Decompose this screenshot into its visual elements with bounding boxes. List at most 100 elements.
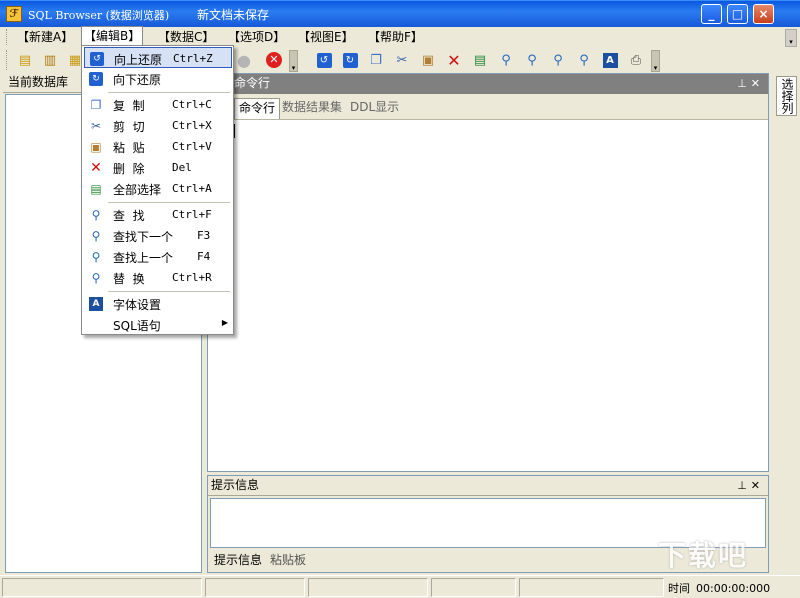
pin-icon[interactable]: ⊥ xyxy=(737,77,751,90)
undo-icon[interactable]: ↺ xyxy=(314,50,334,70)
menu-copy-shortcut: Ctrl+C xyxy=(172,98,212,111)
hint-close-icon[interactable]: ✕ xyxy=(751,479,764,492)
menu-select-all-label: 全部选择 xyxy=(113,183,162,197)
toolbar-dropdown-1[interactable]: ▾ xyxy=(289,50,298,72)
menu-copy[interactable]: ❐ 复 制 Ctrl+C xyxy=(84,94,232,115)
menu-find-label: 查 找 xyxy=(113,209,145,223)
menu-sql-statement-label: SQL语句 xyxy=(113,319,161,333)
menu-new[interactable]: 【新建A】 xyxy=(15,28,75,46)
sql-editor[interactable] xyxy=(208,121,768,471)
hint-pin-icon[interactable]: ⊥ xyxy=(737,479,751,492)
document-name: 新文档未保存 xyxy=(197,8,270,22)
replace-icon: ⚲ xyxy=(91,271,101,285)
font-icon[interactable]: A xyxy=(600,50,620,70)
menu-help[interactable]: 【帮助F】 xyxy=(366,28,425,46)
toolbar-dropdown-2[interactable]: ▾ xyxy=(651,50,660,72)
command-tabs: 命令行 数据结果集 DDL显示 xyxy=(208,94,768,120)
menubar-overflow-button[interactable]: ▾ xyxy=(785,29,797,47)
app-logo-icon: ℱ xyxy=(6,6,22,22)
menu-undo-label: 向上还原 xyxy=(114,53,163,67)
undo-icon: ↺ xyxy=(89,51,105,67)
delete-icon: ✕ xyxy=(90,160,102,176)
menu-copy-label: 复 制 xyxy=(113,99,145,113)
command-panel: 命令行 ⊥✕ 命令行 数据结果集 DDL显示 xyxy=(207,73,769,472)
find-icon: ⚲ xyxy=(91,208,101,222)
menu-find-shortcut: Ctrl+F xyxy=(172,208,212,221)
print-icon[interactable]: ⎙ xyxy=(626,50,646,70)
tab-hint-info[interactable]: 提示信息 xyxy=(210,551,266,571)
menu-replace[interactable]: ⚲ 替 换 Ctrl+R xyxy=(84,267,232,288)
menu-find-next[interactable]: ⚲ 查找下一个 F3 xyxy=(84,225,232,246)
menu-select-all[interactable]: ▤ 全部选择 Ctrl+A xyxy=(84,178,232,199)
menu-replace-label: 替 换 xyxy=(113,272,145,286)
select-all-icon[interactable]: ▤ xyxy=(470,50,490,70)
menu-sql-statement[interactable]: SQL语句 ▶ xyxy=(84,314,232,335)
menu-bar: 【新建A】 【编辑B】 【数据C】 【选项D】 【视图E】 【帮助F】 ▾ xyxy=(0,26,800,47)
maximize-button[interactable]: □ xyxy=(727,4,748,24)
menu-find[interactable]: ⚲ 查 找 Ctrl+F xyxy=(84,204,232,225)
time-value: 00:00:00:000 xyxy=(696,582,771,595)
find-icon[interactable]: ⚲ xyxy=(496,50,516,70)
menu-separator xyxy=(108,92,230,93)
status-cell-5 xyxy=(519,578,664,597)
redo-icon: ↻ xyxy=(88,71,104,87)
find-next-icon[interactable]: ⚲ xyxy=(522,50,542,70)
new-icon[interactable]: ▤ xyxy=(15,50,35,70)
menu-find-next-shortcut: F3 xyxy=(197,229,211,242)
status-time: 时间 00:00:00:000 xyxy=(668,580,770,596)
status-cell-4 xyxy=(431,578,516,597)
find-prev-icon[interactable]: ⚲ xyxy=(548,50,568,70)
panel-close-icon[interactable]: ✕ xyxy=(751,77,764,90)
menu-data[interactable]: 【数据C】 xyxy=(156,28,216,46)
menu-font-settings[interactable]: A 字体设置 xyxy=(84,293,232,314)
tab-command-line[interactable]: 命令行 xyxy=(234,98,281,119)
menu-delete[interactable]: ✕ 删 除 Del xyxy=(84,157,232,178)
menu-edit[interactable]: 【编辑B】 xyxy=(81,26,144,46)
toolbar-grip[interactable] xyxy=(6,50,9,70)
command-panel-header: 命令行 ⊥✕ xyxy=(208,74,768,94)
watermark-logo: 下载吧 xyxy=(658,539,749,572)
menu-find-prev-label: 查找上一个 xyxy=(113,251,174,265)
copy-icon: ❐ xyxy=(90,98,102,112)
menu-find-prev[interactable]: ⚲ 查找上一个 F4 xyxy=(84,246,232,267)
edit-menu-dropdown: ↺ 向上还原 Ctrl+Z ↻ 向下还原 ❐ 复 制 Ctrl+C ✂ 剪 切 … xyxy=(81,45,234,335)
menu-cut-label: 剪 切 xyxy=(113,120,145,134)
menu-undo[interactable]: ↺ 向上还原 Ctrl+Z xyxy=(84,47,232,68)
menu-font-settings-label: 字体设置 xyxy=(113,298,162,312)
menu-replace-shortcut: Ctrl+R xyxy=(172,271,212,284)
menu-undo-shortcut: Ctrl+Z xyxy=(173,52,213,65)
status-cell-2 xyxy=(205,578,305,597)
copy-icon[interactable]: ❐ xyxy=(366,50,386,70)
menu-select-all-shortcut: Ctrl+A xyxy=(172,182,212,195)
menu-options[interactable]: 【选项D】 xyxy=(226,28,287,46)
menu-view[interactable]: 【视图E】 xyxy=(296,28,356,46)
cut-icon: ✂ xyxy=(90,119,102,133)
delete-icon[interactable]: ✕ xyxy=(444,50,464,70)
hint-panel-header: 提示信息 ⊥✕ xyxy=(208,476,768,496)
open-icon[interactable]: ▥ xyxy=(40,50,60,70)
minimize-button[interactable]: _ xyxy=(701,4,722,24)
stop-icon[interactable]: ✕ xyxy=(264,50,284,70)
tab-select-columns[interactable]: 选择列 xyxy=(776,76,797,116)
close-button[interactable]: × xyxy=(753,4,774,24)
paste-icon[interactable]: ▣ xyxy=(418,50,438,70)
tab-ddl[interactable]: DDL显示 xyxy=(346,98,403,119)
menu-separator xyxy=(108,291,230,292)
menu-delete-shortcut: Del xyxy=(172,161,192,174)
find-next-icon: ⚲ xyxy=(91,229,101,243)
tab-result-set[interactable]: 数据结果集 xyxy=(278,98,346,119)
menu-redo[interactable]: ↻ 向下还原 xyxy=(84,68,232,89)
menu-paste-label: 粘 贴 xyxy=(113,141,145,155)
menu-paste[interactable]: ▣ 粘 贴 Ctrl+V xyxy=(84,136,232,157)
tab-clipboard[interactable]: 粘贴板 xyxy=(266,551,310,571)
menu-cut-shortcut: Ctrl+X xyxy=(172,119,212,132)
cut-icon[interactable]: ✂ xyxy=(392,50,412,70)
menu-cut[interactable]: ✂ 剪 切 Ctrl+X xyxy=(84,115,232,136)
run-icon[interactable]: ● xyxy=(234,50,254,70)
menubar-grip[interactable] xyxy=(6,29,9,45)
menu-redo-label: 向下还原 xyxy=(113,73,162,87)
replace-icon[interactable]: ⚲ xyxy=(574,50,594,70)
right-dock: 选择列 xyxy=(772,73,800,573)
redo-icon[interactable]: ↻ xyxy=(340,50,360,70)
hint-panel-title: 提示信息 xyxy=(211,478,260,492)
